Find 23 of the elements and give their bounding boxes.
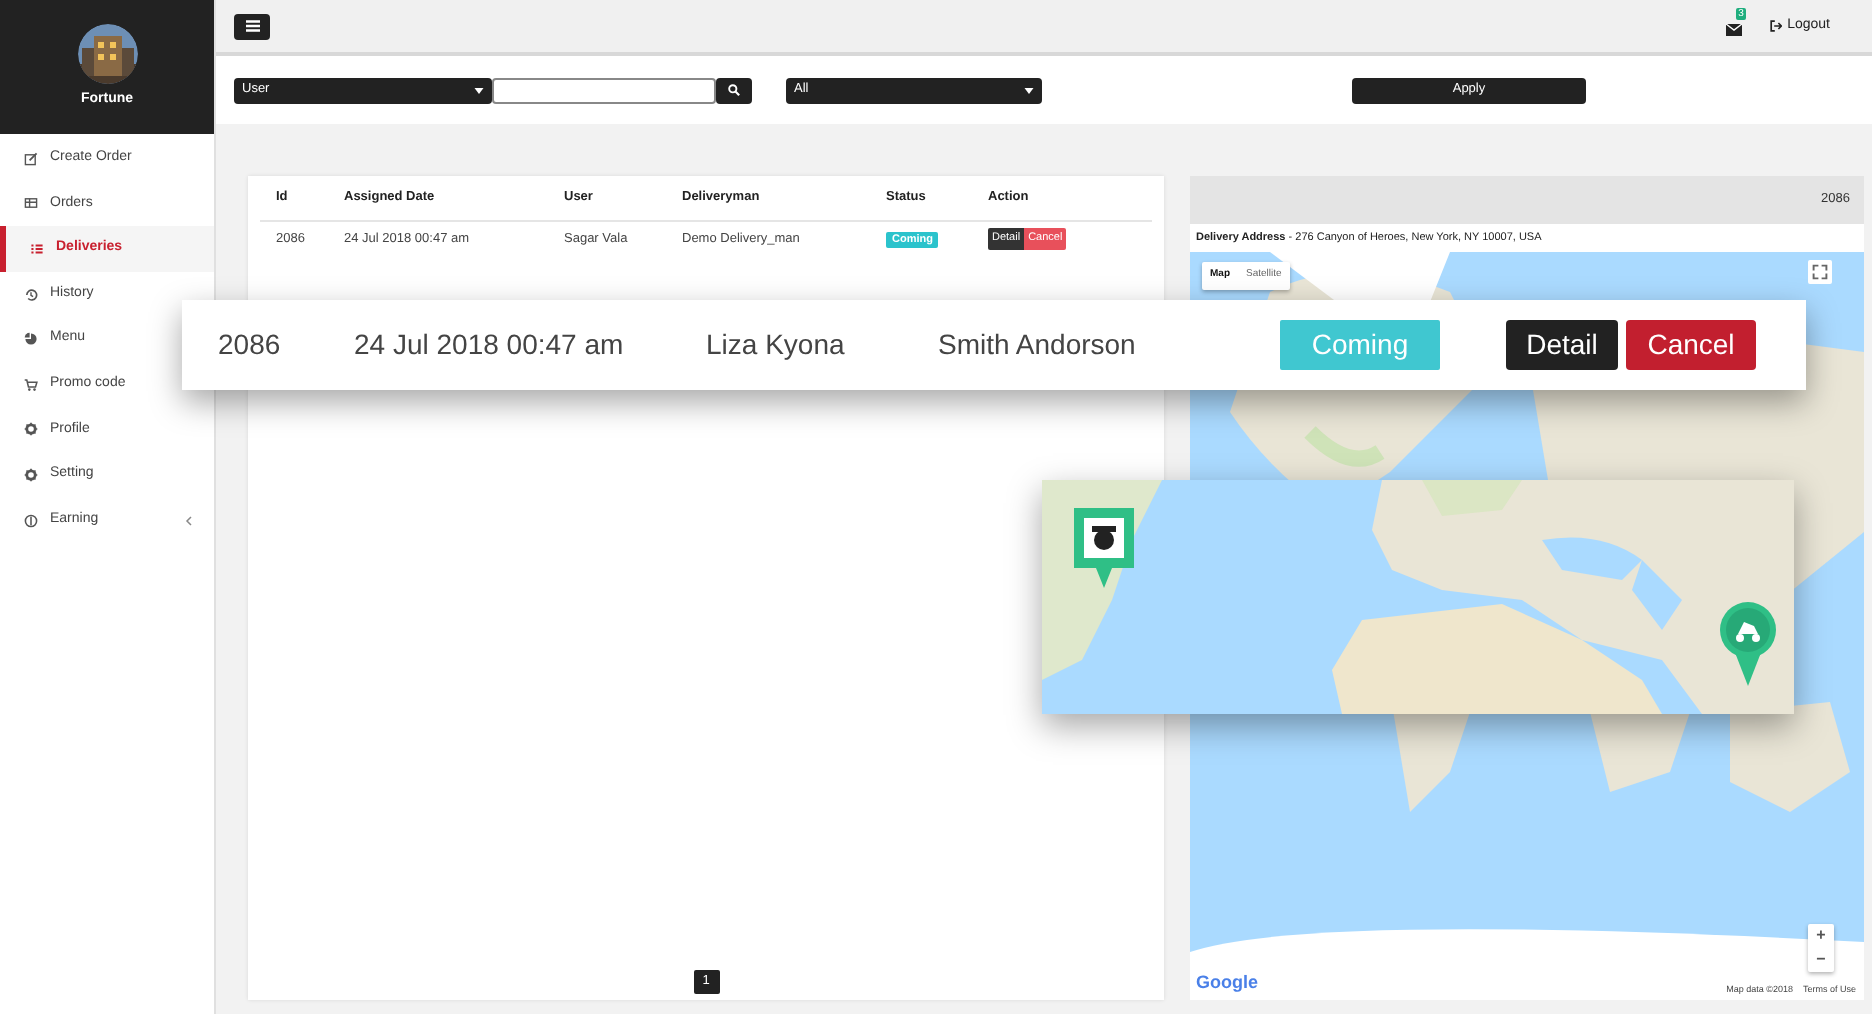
caret-icon bbox=[1024, 87, 1034, 93]
pie-chart-icon bbox=[24, 332, 38, 347]
cart-icon bbox=[24, 377, 38, 392]
search-field[interactable] bbox=[492, 77, 716, 103]
menu-icon bbox=[245, 20, 259, 32]
list-icon bbox=[30, 241, 44, 256]
edit-icon bbox=[24, 151, 38, 166]
table-icon bbox=[24, 196, 38, 211]
gear-icon bbox=[24, 422, 38, 437]
table-cell-text: 2086 bbox=[218, 326, 283, 364]
menu-button[interactable] bbox=[234, 13, 270, 39]
table-cell-text: 24 Jul 2018 00:47 am bbox=[354, 326, 626, 364]
mail-icon bbox=[1725, 24, 1742, 36]
search-icon bbox=[728, 84, 740, 96]
location-pin-icon bbox=[1074, 508, 1134, 592]
table-cell-text: Smith Andorson bbox=[938, 326, 1138, 364]
gear-icon bbox=[24, 467, 38, 482]
history-icon bbox=[24, 287, 38, 302]
search-button[interactable] bbox=[716, 77, 752, 103]
table-cell-text: Liza Kyona bbox=[706, 326, 847, 364]
caret-icon bbox=[474, 87, 484, 93]
logout-icon bbox=[1769, 20, 1782, 32]
coin-icon bbox=[24, 513, 38, 528]
